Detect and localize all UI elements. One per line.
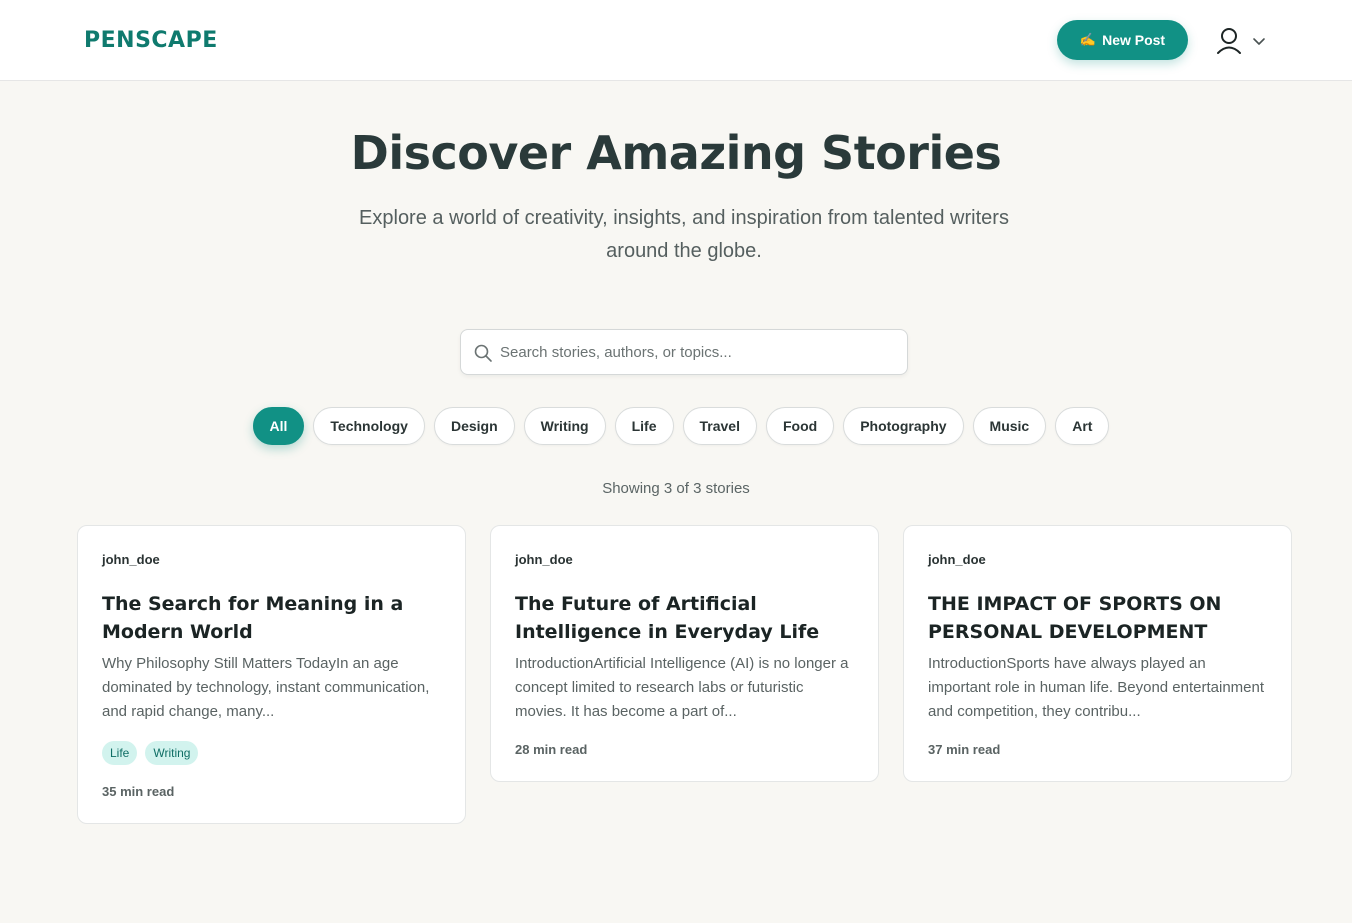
search-box: [460, 329, 908, 375]
tag-badge[interactable]: Writing: [145, 741, 199, 765]
chevron-down-icon: [1252, 36, 1266, 46]
filter-food[interactable]: Food: [765, 407, 835, 445]
story-author[interactable]: john_doe: [928, 552, 1267, 567]
top-navbar: PENSCAPE ✍ New Post: [0, 0, 1352, 81]
category-filters: All Technology Design Writing Life Travel Food…: [0, 407, 1352, 445]
filter-music[interactable]: Music: [972, 407, 1047, 445]
filter-all[interactable]: All: [252, 407, 305, 445]
filter-photography[interactable]: Photography: [843, 407, 964, 445]
search-icon: [473, 343, 493, 368]
read-time: 37 min read: [928, 742, 1001, 757]
read-time: 28 min read: [515, 742, 588, 757]
story-title[interactable]: The Future of Artificial Intelligence in…: [515, 590, 854, 646]
filter-travel[interactable]: Travel: [682, 407, 757, 445]
story-title[interactable]: The Search for Meaning in a Modern World: [102, 590, 441, 646]
hero-title: Discover Amazing Stories: [350, 126, 1002, 180]
results-count: Showing 3 of 3 stories: [602, 480, 750, 497]
new-post-button[interactable]: ✍ New Post: [1057, 20, 1188, 60]
pen-icon: ✍: [1079, 32, 1097, 47]
hero-subtitle: Explore a world of creativity, insights,…: [359, 207, 1009, 262]
story-excerpt: Why Philosophy Still Matters TodayIn an …: [102, 655, 430, 720]
story-excerpt: IntroductionSports have always played an…: [928, 655, 1265, 720]
filter-art[interactable]: Art: [1055, 407, 1110, 445]
site-logo[interactable]: PENSCAPE: [84, 28, 218, 53]
story-title[interactable]: THE IMPACT OF SPORTS ON PERSONAL DEVELOP…: [928, 590, 1267, 646]
search-input[interactable]: [500, 330, 900, 374]
tag-badge[interactable]: Life: [102, 741, 138, 765]
new-post-label: New Post: [1102, 32, 1166, 48]
story-excerpt: IntroductionArtificial Intelligence (AI)…: [515, 655, 849, 720]
user-icon: [1216, 27, 1242, 55]
filter-writing[interactable]: Writing: [523, 407, 606, 445]
story-card[interactable]: john_doe The Future of Artificial Intelli…: [490, 525, 879, 782]
filter-design[interactable]: Design: [433, 407, 515, 445]
user-menu[interactable]: [1216, 24, 1276, 58]
story-card[interactable]: john_doe The Search for Meaning in a Mode…: [77, 525, 466, 824]
filter-technology[interactable]: Technology: [313, 407, 425, 445]
filter-life[interactable]: Life: [614, 407, 674, 445]
story-tags: Life Writing: [102, 741, 441, 765]
read-time: 35 min read: [102, 784, 175, 799]
story-author[interactable]: john_doe: [102, 552, 441, 567]
story-card[interactable]: john_doe THE IMPACT OF SPORTS ON PERSONAL…: [903, 525, 1292, 782]
story-author[interactable]: john_doe: [515, 552, 854, 567]
